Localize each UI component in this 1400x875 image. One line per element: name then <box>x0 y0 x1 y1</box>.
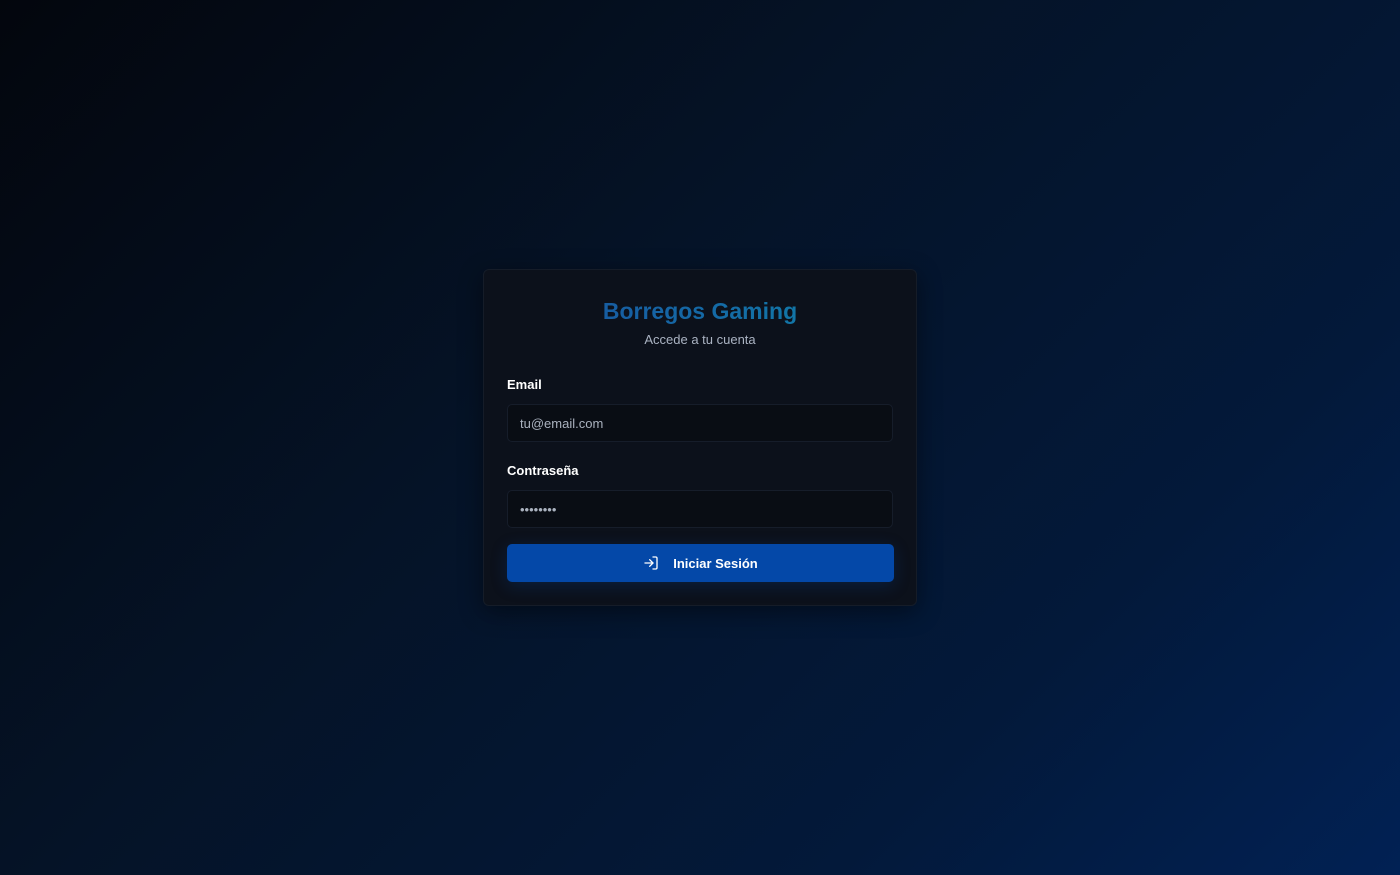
app-title: Borregos Gaming <box>484 296 916 326</box>
login-subtitle: Accede a tu cuenta <box>644 332 756 347</box>
password-field[interactable] <box>507 490 893 528</box>
password-label: Contraseña <box>507 463 579 478</box>
login-icon <box>643 555 659 571</box>
login-button-label: Iniciar Sesión <box>673 555 758 571</box>
login-button[interactable]: Iniciar Sesión <box>507 544 894 582</box>
login-card: Borregos Gaming Accede a tu cuenta Email… <box>483 269 917 606</box>
email-field[interactable] <box>507 404 893 442</box>
email-label: Email <box>507 377 542 392</box>
